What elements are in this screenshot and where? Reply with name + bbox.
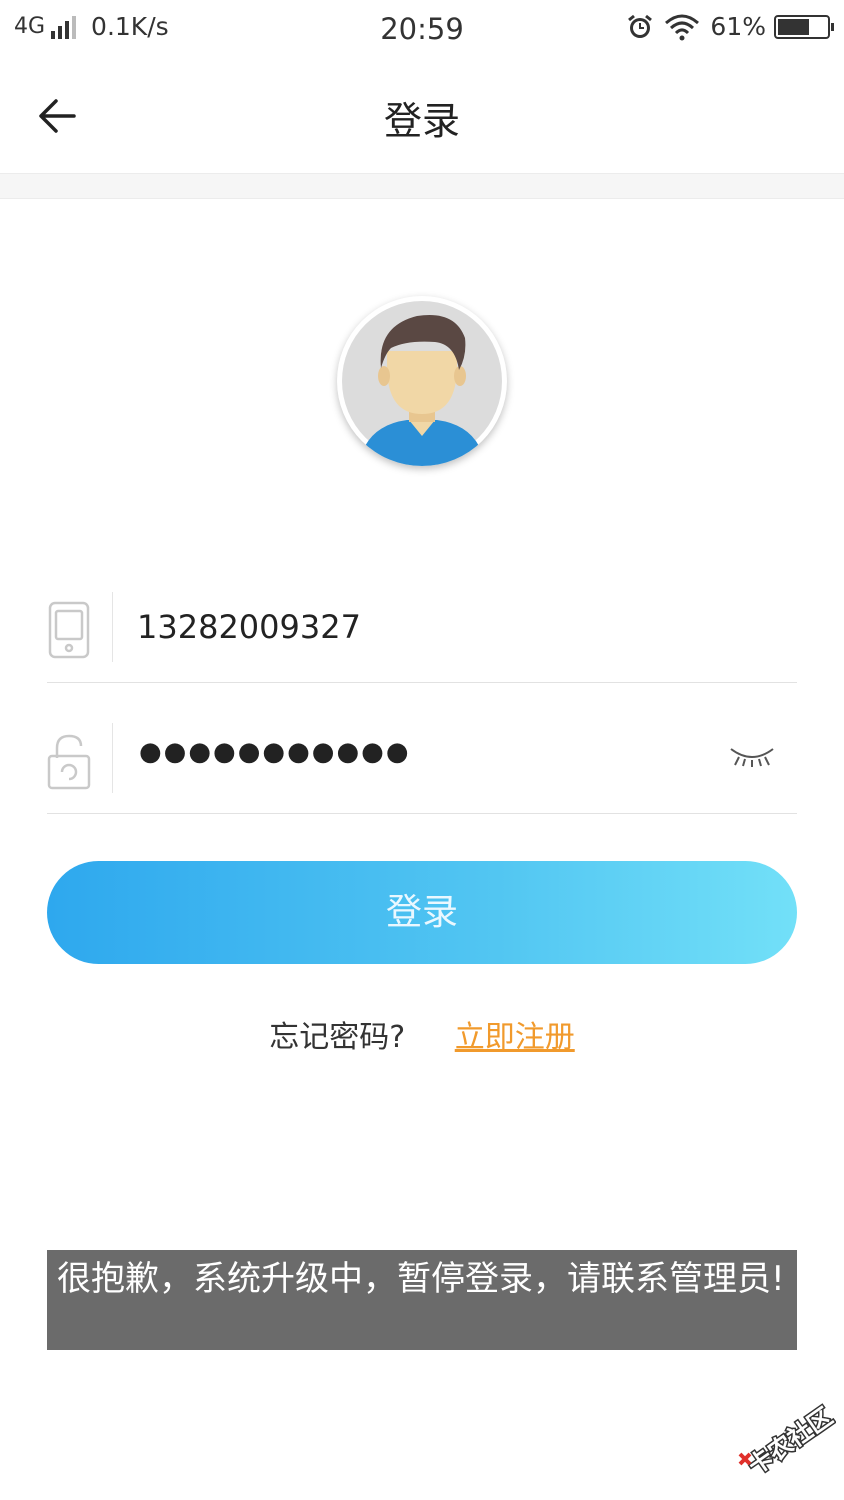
status-right: 61% bbox=[626, 12, 834, 41]
wifi-icon bbox=[664, 13, 700, 41]
phone-row[interactable]: 13282009327 bbox=[47, 584, 797, 683]
alarm-icon bbox=[626, 13, 654, 41]
register-link[interactable]: 立即注册 bbox=[455, 1020, 575, 1055]
header-divider bbox=[0, 173, 844, 199]
forgot-password-link[interactable]: 忘记密码? bbox=[269, 1020, 405, 1055]
svg-text:卡农社区: 卡农社区 bbox=[743, 1402, 836, 1480]
toast-message: 很抱歉，系统升级中，暂停登录，请联系管理员! bbox=[47, 1250, 797, 1350]
nav-bar: 登录 bbox=[0, 58, 844, 173]
lock-icon bbox=[47, 731, 91, 791]
battery-icon bbox=[774, 14, 834, 39]
page-title: 登录 bbox=[383, 99, 460, 143]
status-bar: 4G 0.1K/s 20:59 61% bbox=[0, 0, 844, 58]
auth-links: 忘记密码? 立即注册 bbox=[0, 1012, 844, 1056]
phone-divider bbox=[112, 592, 113, 662]
password-input[interactable]: ●●●●●●●●●●● bbox=[139, 737, 411, 767]
watermark-logo: 卡农社区 bbox=[736, 1401, 839, 1482]
battery-percent: 61% bbox=[710, 12, 766, 41]
user-avatar-icon bbox=[342, 301, 502, 466]
phone-input[interactable]: 13282009327 bbox=[137, 608, 361, 646]
password-divider bbox=[112, 723, 113, 793]
login-button[interactable]: 登录 bbox=[47, 861, 797, 964]
password-row[interactable]: ●●●●●●●●●●● bbox=[47, 715, 797, 814]
toggle-password-eye-icon[interactable] bbox=[729, 745, 775, 767]
phone-icon bbox=[47, 600, 91, 660]
avatar bbox=[337, 296, 507, 466]
